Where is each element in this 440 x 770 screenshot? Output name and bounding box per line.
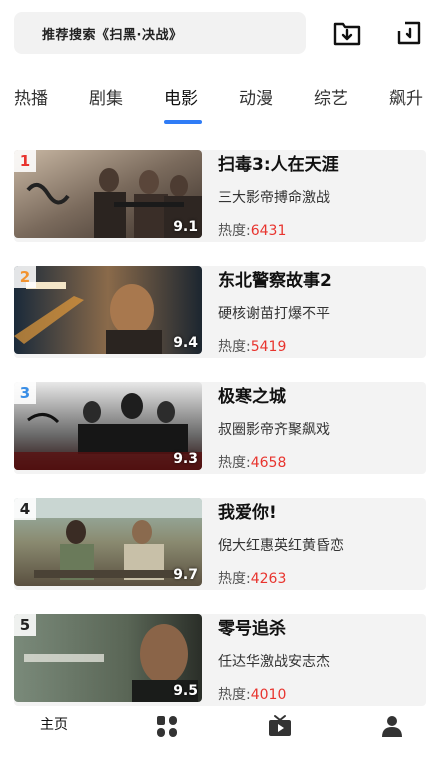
movie-description: 任达华激战安志杰	[218, 654, 330, 670]
movie-description: 倪大红惠英红黄昏恋	[218, 538, 344, 554]
tab-rising[interactable]: 飙升	[389, 84, 423, 109]
heat-label: 热度:	[218, 455, 251, 471]
movie-poster: 5 9.5	[14, 614, 202, 702]
heat-value: 4263	[250, 571, 287, 587]
movie-card[interactable]: 3 9.3 极寒之城 叔圈影帝齐聚飙戏 热度:4658	[14, 382, 426, 474]
rank-number: 2	[19, 268, 31, 286]
movie-description: 硬核谢苗打爆不平	[218, 306, 330, 322]
nav-home-label: 主页	[40, 717, 68, 733]
rank-number: 3	[19, 384, 31, 402]
heat-row: 热度:4263	[218, 568, 286, 588]
heat-value: 5419	[250, 339, 287, 355]
search-suggestion: 推荐搜索《扫黑·决战》	[42, 27, 183, 43]
heat-row: 热度:5419	[218, 336, 286, 356]
movie-card[interactable]: 1 9.1 扫毒3:人在天涯 三大影帝搏命激战 热度:6431	[14, 150, 426, 242]
score-label: 9.4	[173, 335, 198, 351]
movie-poster: 2 9.4	[14, 266, 202, 354]
rank-badge: 1	[14, 150, 36, 172]
movie-poster: 4 9.7	[14, 498, 202, 586]
search-bar[interactable]: 推荐搜索《扫黑·决战》	[14, 12, 306, 54]
tab-hot[interactable]: 热播	[14, 84, 48, 109]
heat-label: 热度:	[218, 223, 251, 239]
heat-label: 热度:	[218, 687, 251, 703]
movie-title: 东北警察故事2	[218, 271, 332, 291]
heat-label: 热度:	[218, 339, 251, 355]
heat-row: 热度:4010	[218, 684, 286, 704]
tab-variety[interactable]: 综艺	[314, 84, 348, 109]
tab-movies[interactable]: 电影	[164, 84, 198, 109]
movie-card[interactable]: 5 9.5 零号追杀 任达华激战安志杰 热度:4010	[14, 614, 426, 706]
tab-anime[interactable]: 动漫	[239, 84, 273, 109]
score-label: 9.1	[173, 219, 198, 235]
heat-value: 4658	[250, 455, 287, 471]
heat-row: 热度:6431	[218, 220, 286, 240]
grid-icon[interactable]	[137, 714, 197, 742]
movie-title: 零号追杀	[218, 619, 286, 639]
tab-series[interactable]: 剧集	[89, 84, 123, 109]
movie-poster: 3 9.3	[14, 382, 202, 470]
tv-icon[interactable]	[250, 714, 310, 742]
heat-label: 热度:	[218, 571, 251, 587]
score-label: 9.5	[173, 683, 198, 699]
movie-poster: 1 9.1	[14, 150, 202, 238]
movie-title: 扫毒3:人在天涯	[218, 155, 339, 175]
rank-number: 4	[19, 500, 31, 518]
rank-badge: 4	[14, 498, 36, 520]
rank-badge: 3	[14, 382, 36, 404]
nav-home[interactable]: 主页	[24, 714, 84, 734]
movie-card[interactable]: 4 9.7 我爱你! 倪大红惠英红黄昏恋 热度:4263	[14, 498, 426, 590]
movie-card[interactable]: 2 9.4 东北警察故事2 硬核谢苗打爆不平 热度:5419	[14, 266, 426, 358]
share-icon[interactable]	[392, 16, 426, 50]
active-tab-indicator	[164, 120, 202, 124]
heat-row: 热度:4658	[218, 452, 286, 472]
bottom-navigation: 主页	[0, 706, 440, 770]
movie-description: 三大影帝搏命激战	[218, 190, 330, 206]
rank-number: 5	[19, 616, 31, 634]
score-label: 9.7	[173, 567, 198, 583]
movie-description: 叔圈影帝齐聚飙戏	[218, 422, 330, 438]
heat-value: 6431	[250, 223, 287, 239]
download-folder-icon[interactable]	[330, 16, 364, 50]
heat-value: 4010	[250, 687, 287, 703]
rank-badge: 2	[14, 266, 36, 288]
movie-title: 极寒之城	[218, 387, 286, 407]
rank-number: 1	[19, 152, 31, 170]
score-label: 9.3	[173, 451, 198, 467]
category-tabs: 热播 剧集 电影 动漫 综艺 飙升	[0, 84, 440, 124]
user-icon[interactable]	[362, 714, 422, 742]
movie-title: 我爱你!	[218, 503, 277, 523]
rank-badge: 5	[14, 614, 36, 636]
